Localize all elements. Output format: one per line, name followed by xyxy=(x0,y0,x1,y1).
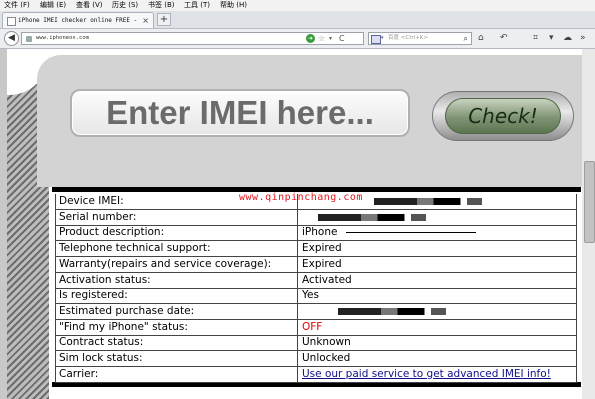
tab-strip: iPhone IMEI checker online FREE - i… × + xyxy=(0,11,595,29)
column-divider xyxy=(297,209,298,225)
menu-arrow-icon[interactable]: ▾ xyxy=(549,33,554,44)
new-tab-button[interactable]: + xyxy=(157,13,171,26)
engine-dropdown-icon[interactable]: ▾ xyxy=(381,33,384,44)
column-divider xyxy=(297,303,298,319)
menu-edit[interactable]: 编辑 (E) xyxy=(40,0,66,11)
column-divider xyxy=(297,256,298,272)
row-value: Unknown xyxy=(302,336,351,349)
navigation-bar: ◀ www.iphoneox.com ➜ ☆ ▾ C ▾ 百度 <Ctrl+K>… xyxy=(0,29,595,49)
column-divider xyxy=(297,351,298,366)
address-bar[interactable]: www.iphoneox.com ➜ ☆ ▾ C xyxy=(21,32,364,45)
crop-icon[interactable]: ⌗ xyxy=(533,33,538,44)
redaction-mark xyxy=(318,213,426,221)
table-row: Is registered: Yes xyxy=(55,288,577,305)
menu-bookmarks[interactable]: 书签 (B) xyxy=(148,0,175,11)
table-row: Serial number: xyxy=(55,209,577,226)
redaction-mark xyxy=(374,198,482,205)
table-row: Warranty(repairs and service coverage): E… xyxy=(55,256,577,273)
tab-iphone-imei-checker[interactable]: iPhone IMEI checker online FREE - i… × xyxy=(2,12,154,28)
url-text[interactable]: www.iphoneox.com xyxy=(36,33,89,44)
row-value: OFF xyxy=(302,320,323,333)
table-row: Product description: iPhone xyxy=(55,225,577,242)
menu-file[interactable]: 文件 (F) xyxy=(4,0,30,11)
search-icon[interactable]: ⌕ xyxy=(464,33,468,44)
site-identity-icon[interactable] xyxy=(26,36,32,42)
row-label: Carrier: xyxy=(59,367,99,380)
home-icon[interactable]: ⌂ xyxy=(478,33,484,44)
column-divider xyxy=(297,241,298,257)
row-value: Unlocked xyxy=(302,352,351,364)
imei-input-placeholder: Enter IMEI here... xyxy=(106,94,374,131)
reload-icon[interactable]: C xyxy=(339,33,345,44)
redaction-mark xyxy=(338,307,446,315)
row-label: Product description: xyxy=(59,226,165,239)
row-label: Telephone technical support: xyxy=(59,242,211,255)
row-value: Expired xyxy=(302,242,342,255)
menu-help[interactable]: 帮助 (H) xyxy=(220,0,247,11)
search-box[interactable]: ▾ 百度 <Ctrl+K> ⌕ xyxy=(368,32,472,45)
column-divider xyxy=(297,272,298,288)
menu-view[interactable]: 查看 (V) xyxy=(76,0,102,11)
table-row: "Find my iPhone" status: OFF xyxy=(55,319,577,336)
column-divider xyxy=(297,335,298,351)
check-button-label: Check! xyxy=(468,104,538,128)
go-icon[interactable]: ➜ xyxy=(306,34,315,43)
menu-bar: 文件 (F) 编辑 (E) 查看 (V) 历史 (S) 书签 (B) 工具 (T… xyxy=(0,0,595,11)
page-viewport: Enter IMEI here... Check! Device IMEI: Se… xyxy=(0,49,595,399)
scrollbar[interactable] xyxy=(582,49,595,399)
row-label: "Find my iPhone" status: xyxy=(59,320,188,333)
chat-icon[interactable]: ☁ xyxy=(563,33,572,44)
table-row: Activation status: Activated xyxy=(55,272,577,289)
row-label: Warranty(repairs and service coverage): xyxy=(59,257,272,270)
column-divider xyxy=(297,288,298,304)
row-label: Serial number: xyxy=(59,210,137,223)
bookmark-star-icon[interactable]: ☆ xyxy=(318,33,325,44)
table-row: Telephone technical support: Expired xyxy=(55,241,577,258)
page-icon xyxy=(7,17,16,26)
row-label: Is registered: xyxy=(59,289,128,302)
menu-history[interactable]: 历史 (S) xyxy=(112,0,138,11)
search-engine-icon[interactable] xyxy=(371,35,381,44)
table-row: Sim lock status: Unlocked xyxy=(55,351,577,367)
page-body: Enter IMEI here... Check! Device IMEI: Se… xyxy=(7,49,582,399)
column-divider xyxy=(297,366,298,382)
back-button[interactable]: ◀ xyxy=(4,31,19,46)
column-divider xyxy=(297,225,298,241)
table-row: Carrier: Use our paid service to get adva… xyxy=(55,366,577,383)
scroll-thumb[interactable] xyxy=(584,161,595,243)
table-row: Estimated purchase date: xyxy=(55,303,577,320)
row-value: Expired xyxy=(302,257,342,270)
table-row: Contract status: Unknown xyxy=(55,335,577,352)
check-button[interactable]: Check! xyxy=(432,91,574,141)
more-icon[interactable]: » xyxy=(580,33,586,44)
row-label: Estimated purchase date: xyxy=(59,304,195,317)
redaction-mark xyxy=(346,232,476,234)
row-value: iPhone xyxy=(302,226,338,239)
row-value: Yes xyxy=(302,289,319,302)
search-input[interactable]: 百度 <Ctrl+K> xyxy=(388,33,428,44)
results-table: Device IMEI: Serial number: Product descri… xyxy=(52,187,581,387)
column-divider xyxy=(297,319,298,335)
undo-icon[interactable]: ↶ xyxy=(500,33,508,44)
row-label: Sim lock status: xyxy=(59,352,143,364)
row-value: Activated xyxy=(302,273,352,286)
row-label: Activation status: xyxy=(59,273,151,286)
imei-input[interactable]: Enter IMEI here... xyxy=(70,89,410,137)
row-label: Contract status: xyxy=(59,336,144,349)
paid-service-link[interactable]: Use our paid service to get advanced IME… xyxy=(302,367,551,382)
tab-title: iPhone IMEI checker online FREE - i… xyxy=(18,17,138,24)
menu-tools[interactable]: 工具 (T) xyxy=(184,0,210,11)
watermark: www.qinpinchang.com xyxy=(239,192,363,203)
close-icon[interactable]: × xyxy=(142,13,149,28)
url-dropdown-icon[interactable]: ▾ xyxy=(329,33,332,44)
check-button-face[interactable]: Check! xyxy=(445,98,561,134)
